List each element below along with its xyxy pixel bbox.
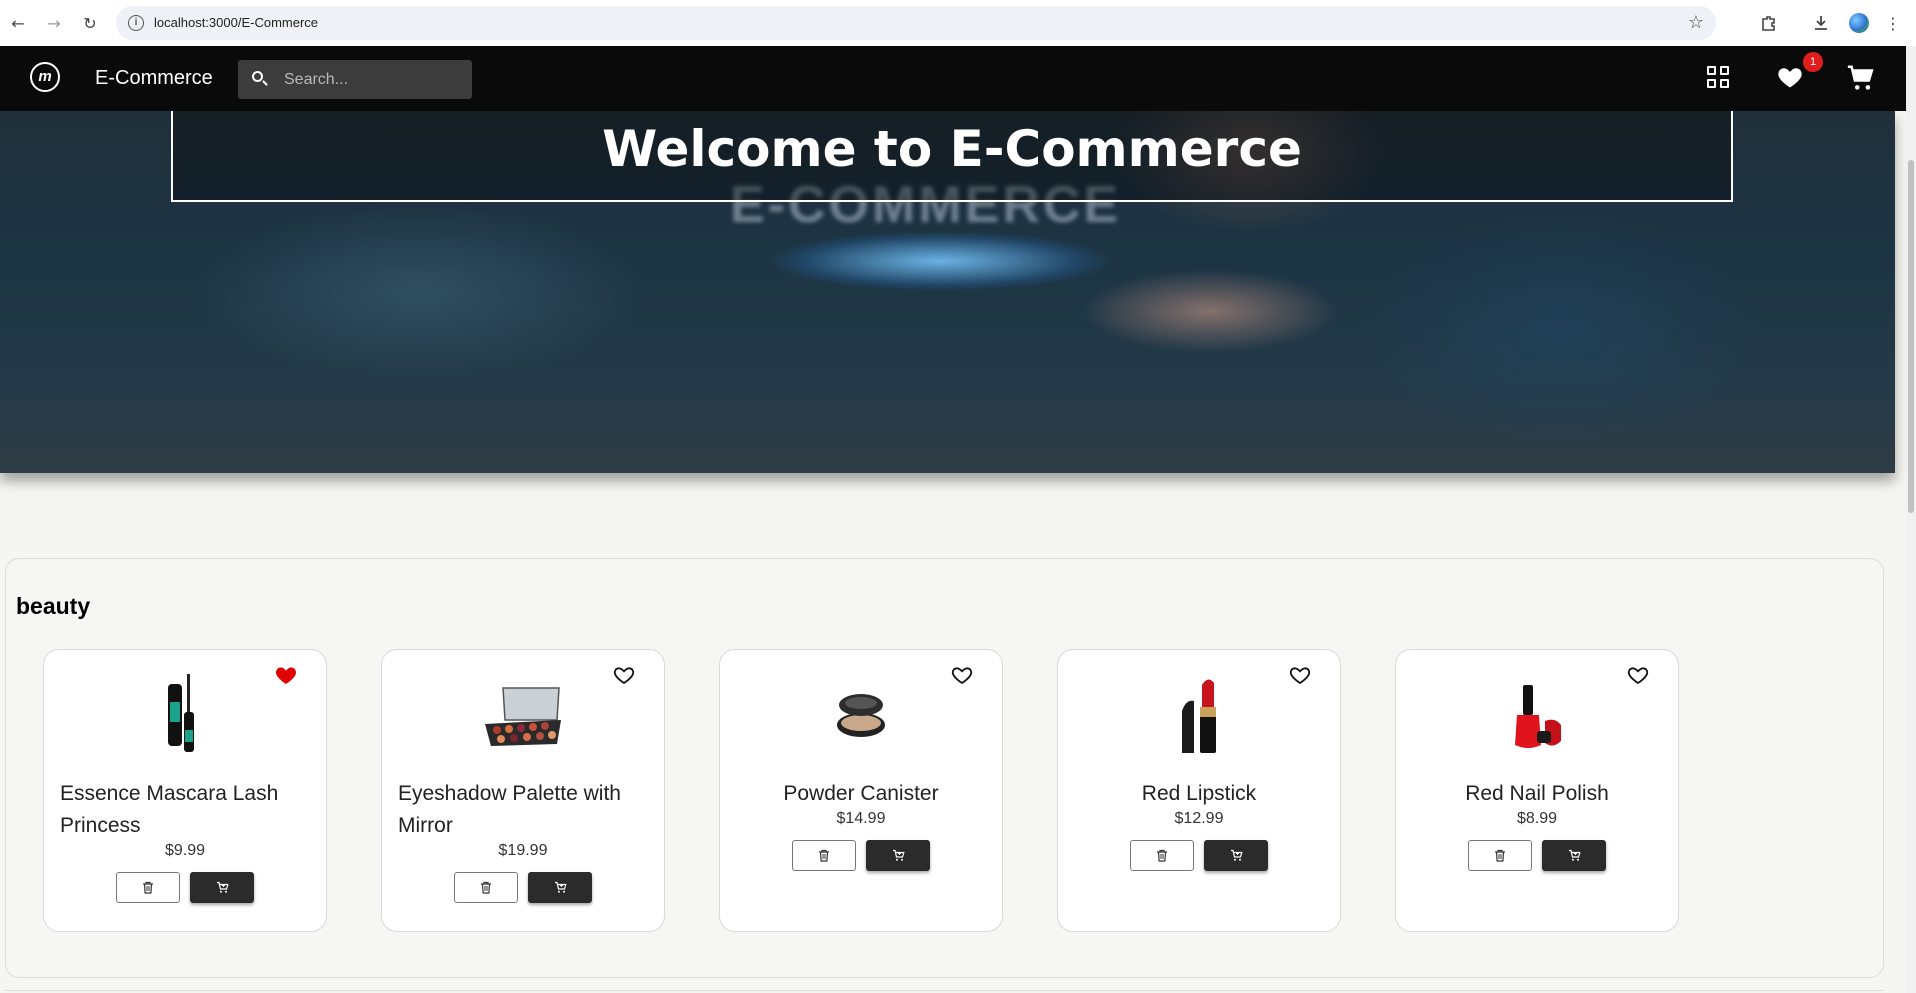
add-to-cart-button[interactable]	[866, 840, 930, 871]
hero-banner: E-COMMERCE Welcome to E-Commerce	[0, 111, 1895, 473]
product-image-lipstick[interactable]	[1058, 670, 1340, 760]
add-to-cart-icon	[1230, 849, 1243, 861]
product-name[interactable]: Red Nail Polish	[1412, 778, 1662, 810]
product-price: $12.99	[1174, 810, 1224, 827]
brand-title[interactable]: E-Commerce	[95, 67, 213, 90]
profile-avatar[interactable]	[1846, 10, 1872, 36]
cart-icon[interactable]	[1846, 63, 1876, 93]
trash-icon	[481, 881, 491, 894]
remove-button[interactable]	[792, 840, 856, 871]
menu-icon[interactable]: ⋮	[1880, 10, 1906, 36]
add-to-cart-button[interactable]	[190, 872, 254, 903]
product-price: $9.99	[164, 842, 206, 859]
product-card[interactable]: Essence Mascara Lash Princess $9.99	[43, 649, 327, 932]
product-card[interactable]: Red Nail Polish $8.99	[1395, 649, 1679, 932]
address-bar[interactable]: i localhost:3000/E-Commerce ☆	[116, 6, 1716, 40]
wishlist-heart-icon[interactable]	[1776, 63, 1804, 91]
product-image-eyeshadow-palette[interactable]	[382, 670, 664, 760]
wishlist-count-badge: 1	[1803, 52, 1823, 72]
product-image-powder-canister[interactable]	[720, 670, 1002, 760]
remove-button[interactable]	[116, 872, 180, 903]
product-card[interactable]: Eyeshadow Palette with Mirror $19.99	[381, 649, 665, 932]
product-card[interactable]: Powder Canister $14.99	[719, 649, 1003, 932]
product-image-nail-polish[interactable]	[1396, 670, 1678, 760]
forward-icon[interactable]: →	[42, 11, 66, 35]
back-icon[interactable]: ←	[6, 11, 30, 35]
add-to-cart-icon	[554, 881, 567, 893]
hero-title-box: Welcome to E-Commerce	[171, 111, 1733, 202]
product-price: $14.99	[836, 810, 886, 827]
search-icon	[252, 71, 263, 82]
logo-icon[interactable]: m	[30, 62, 60, 92]
product-name[interactable]: Eyeshadow Palette with Mirror	[398, 778, 648, 842]
download-icon[interactable]	[1808, 10, 1834, 36]
site-info-icon[interactable]: i	[128, 15, 144, 31]
extensions-icon[interactable]	[1756, 10, 1782, 36]
scrollbar-thumb[interactable]	[1908, 160, 1914, 513]
category-title: beauty	[16, 593, 91, 619]
remove-button[interactable]	[1130, 840, 1194, 871]
hero-title: Welcome to E-Commerce	[602, 120, 1302, 178]
add-to-cart-button[interactable]	[528, 872, 592, 903]
category-section: beauty Essence Mascara Lash Princess $9.…	[5, 558, 1884, 978]
add-to-cart-icon	[1568, 849, 1581, 861]
product-image-mascara[interactable]	[44, 670, 326, 760]
remove-button[interactable]	[1468, 840, 1532, 871]
product-price: $8.99	[1516, 810, 1558, 827]
app-navbar: m E-Commerce 1	[0, 46, 1906, 111]
add-to-cart-button[interactable]	[1542, 840, 1606, 871]
product-name[interactable]: Powder Canister	[736, 778, 986, 810]
product-card[interactable]: Red Lipstick $12.99	[1057, 649, 1341, 932]
reload-icon[interactable]: ↻	[78, 11, 102, 35]
trash-icon	[1157, 849, 1167, 862]
trash-icon	[819, 849, 829, 862]
product-name[interactable]: Red Lipstick	[1074, 778, 1324, 810]
search-box[interactable]	[238, 60, 472, 99]
url-text[interactable]: localhost:3000/E-Commerce	[154, 15, 318, 30]
add-to-cart-icon	[216, 881, 229, 893]
page-scrollbar[interactable]	[1906, 46, 1916, 993]
star-icon[interactable]: ☆	[1688, 12, 1704, 33]
categories-grid-icon[interactable]	[1707, 66, 1729, 88]
trash-icon	[143, 881, 153, 894]
add-to-cart-button[interactable]	[1204, 840, 1268, 871]
trash-icon	[1495, 849, 1505, 862]
product-name[interactable]: Essence Mascara Lash Princess	[60, 778, 310, 842]
browser-toolbar: ← → ↻ i localhost:3000/E-Commerce ☆ ⋮	[0, 0, 1916, 46]
search-input[interactable]	[284, 60, 464, 99]
remove-button[interactable]	[454, 872, 518, 903]
add-to-cart-icon	[892, 849, 905, 861]
product-price: $19.99	[498, 842, 548, 859]
